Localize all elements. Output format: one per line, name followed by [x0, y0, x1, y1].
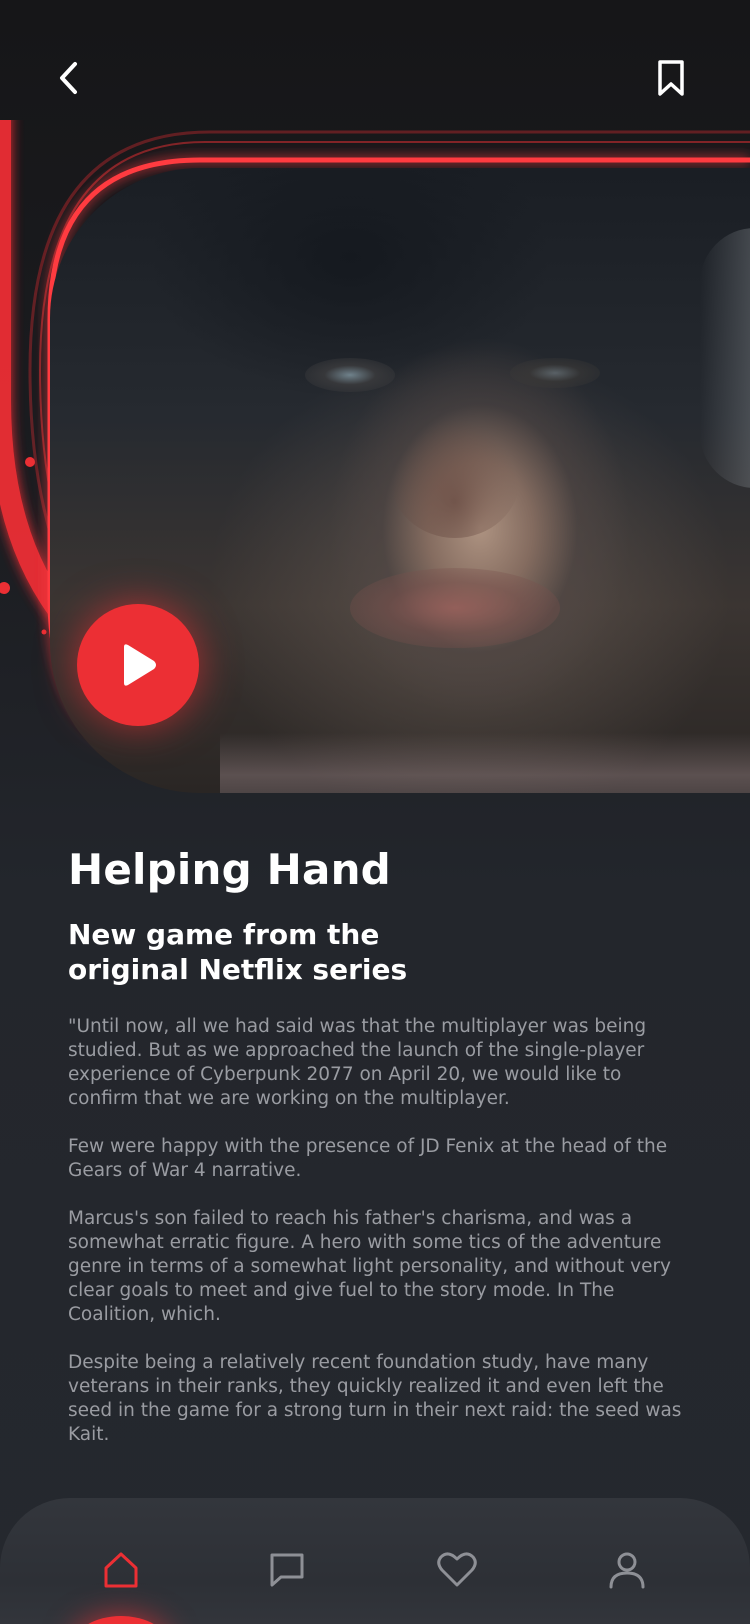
face-eye-left	[305, 358, 395, 392]
face-eye-right	[510, 358, 600, 388]
nav-item-messages[interactable]	[257, 1540, 317, 1600]
nav-item-profile[interactable]	[597, 1540, 657, 1600]
play-button[interactable]	[77, 604, 199, 726]
helmet-visor	[700, 228, 750, 488]
chevron-left-icon	[60, 62, 77, 94]
face-lips	[350, 568, 560, 648]
profile-icon	[609, 1552, 645, 1589]
nav-item-home[interactable]	[91, 1540, 151, 1600]
article-paragraph: "Until now, all we had said was that the…	[68, 1016, 647, 1109]
article-subtitle: New game from the original Netflix serie…	[68, 918, 408, 986]
play-icon	[124, 644, 156, 686]
chat-icon	[270, 1553, 304, 1587]
bottom-nav	[0, 1498, 750, 1624]
article-body: "Until now, all we had said was that the…	[68, 1015, 688, 1447]
article-paragraph: Few were happy with the presence of JD F…	[68, 1136, 668, 1181]
top-bar	[0, 0, 750, 150]
nav-item-favorites[interactable]	[427, 1540, 487, 1600]
back-button[interactable]	[46, 50, 92, 106]
nav-active-indicator	[73, 1616, 169, 1624]
article-paragraph: Despite being a relatively recent founda…	[68, 1352, 682, 1445]
suit-collar	[220, 733, 750, 793]
bookmark-button[interactable]	[648, 50, 694, 106]
article-title: Helping Hand	[68, 845, 391, 894]
article-screen: Helping Hand New game from the original …	[0, 0, 750, 1624]
heart-icon	[437, 1552, 477, 1587]
bookmark-icon	[658, 60, 684, 96]
face-nose	[390, 418, 520, 538]
article-content: Helping Hand New game from the original …	[68, 845, 688, 1471]
home-icon	[104, 1552, 138, 1588]
article-paragraph: Marcus's son failed to reach his father'…	[68, 1208, 672, 1325]
